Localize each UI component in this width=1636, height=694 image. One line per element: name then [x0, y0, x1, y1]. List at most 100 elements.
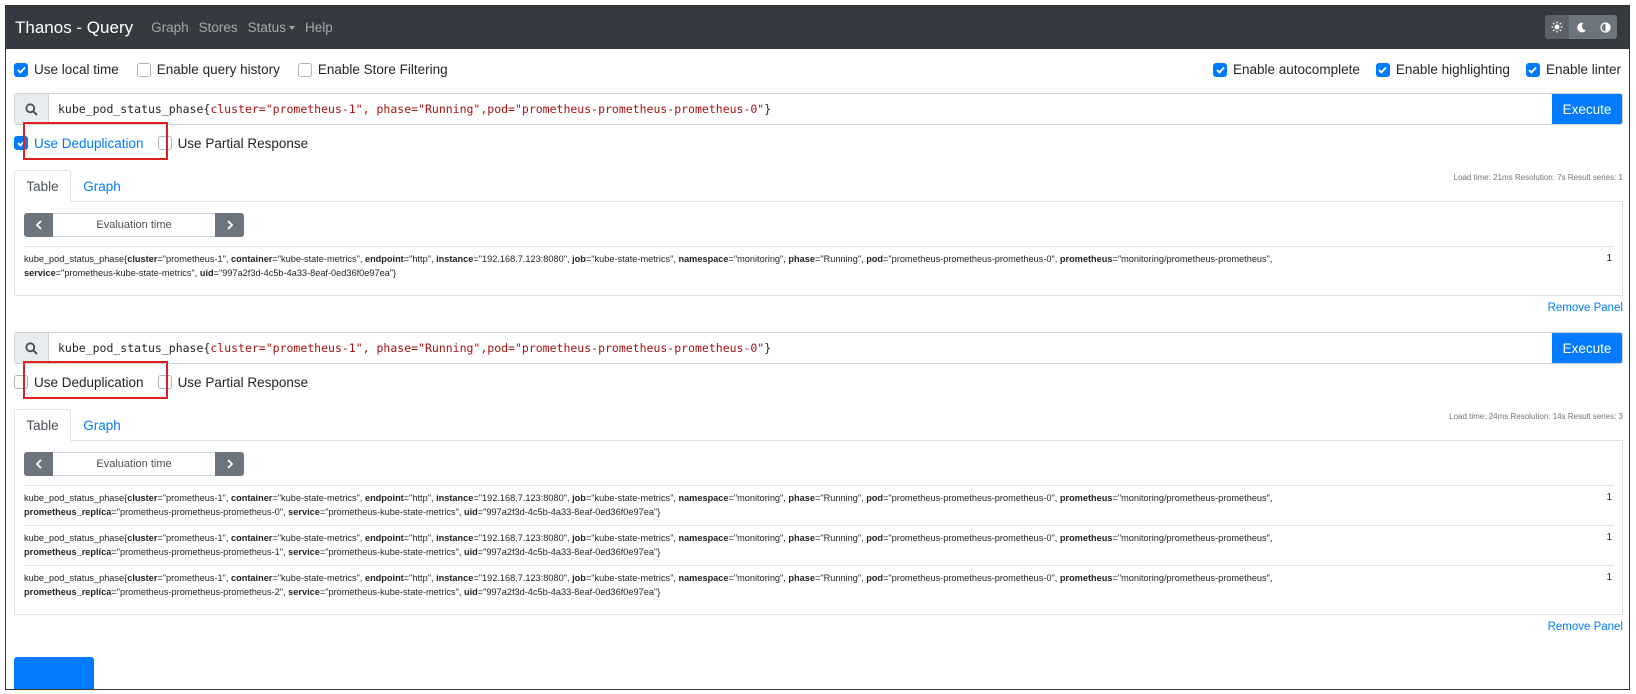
- label-key: prometheus: [1059, 254, 1113, 264]
- next-time-button[interactable]: [215, 452, 244, 476]
- prev-time-button[interactable]: [24, 452, 53, 476]
- panel-options: Use Deduplication Use Partial Response: [14, 122, 309, 160]
- theme-dark-button[interactable]: [1569, 15, 1593, 39]
- label-text: ="kube-state-metrics",: [272, 573, 365, 583]
- query-input[interactable]: kube_pod_status_phase{cluster= "prometheu…: [49, 333, 1552, 363]
- label-key: instance: [436, 493, 474, 503]
- label-key: instance: [436, 254, 474, 264]
- label-key: namespace: [678, 533, 729, 543]
- label-text: ="monitoring/prometheus-prometheus",: [1112, 533, 1273, 543]
- check-icon: [14, 62, 28, 77]
- label-text: ="prometheus-prometheus-prometheus-0",: [111, 507, 289, 517]
- label-key: uid: [464, 587, 478, 597]
- label-key: container: [231, 573, 273, 583]
- label-text: ="prometheus-kube-state-metrics",: [319, 587, 464, 597]
- nav-link-help[interactable]: Help: [305, 20, 333, 35]
- check-icon: [1525, 62, 1540, 77]
- nav-link-status-label: Status: [247, 20, 286, 35]
- label-key: phase: [788, 493, 815, 503]
- use-partial-response-checkbox[interactable]: Use Partial Response: [157, 375, 308, 390]
- label-key: service: [288, 507, 320, 517]
- remove-panel-link[interactable]: Remove Panel: [1548, 302, 1623, 314]
- label-key: job: [572, 493, 586, 503]
- label-key: endpoint: [364, 573, 404, 583]
- tab-graph[interactable]: Graph: [71, 170, 133, 202]
- label-key: service: [288, 547, 320, 557]
- label-text: ="Running",: [814, 533, 867, 543]
- query-close-brace: }: [764, 341, 772, 355]
- label-text: ="monitoring/prometheus-prometheus",: [1112, 573, 1273, 583]
- nav-link-status[interactable]: Status: [248, 20, 295, 35]
- label-text: ="prometheus-kube-state-metrics",: [319, 547, 464, 557]
- label-key: instance: [436, 573, 474, 583]
- query-label-key: cluster=: [210, 102, 266, 116]
- theme-auto-button[interactable]: [1593, 15, 1617, 39]
- label-text: ="monitoring",: [728, 573, 789, 583]
- label-key: uid: [199, 268, 214, 278]
- label-text: ="kube-state-metrics",: [272, 493, 365, 503]
- add-panel-button[interactable]: [14, 657, 94, 689]
- series-value: 1: [1606, 492, 1612, 503]
- series-label-line: kube_pod_status_phase{cluster="prometheu…: [24, 571, 1514, 585]
- series-labels: kube_pod_status_phase{cluster="prometheu…: [24, 491, 1514, 519]
- query-label-value: "prometheus-1": [265, 341, 363, 355]
- label-key: job: [572, 254, 586, 264]
- highlight-box: [23, 122, 168, 160]
- query-label-key: ,pod=: [480, 341, 515, 355]
- use-local-time-label: Use local time: [34, 62, 119, 77]
- label-text: ="kube-state-metrics",: [272, 254, 365, 264]
- label-key: cluster: [127, 533, 158, 543]
- enable-query-history-checkbox[interactable]: Enable query history: [136, 62, 280, 77]
- use-partial-response-checkbox[interactable]: Use Partial Response: [157, 135, 309, 151]
- label-text: ="http",: [403, 254, 437, 264]
- label-text: ="997a2f3d-4c5b-4a33-8eaf-0ed36f0e97ea"}: [477, 507, 661, 517]
- label-text: ="prometheus-1",: [157, 493, 232, 503]
- query-label-key: , phase=: [362, 341, 419, 355]
- enable-highlighting-label: Enable highlighting: [1395, 62, 1510, 77]
- label-key: container: [231, 533, 273, 543]
- use-partial-response-label: Use Partial Response: [177, 135, 309, 151]
- label-text: ="prometheus-kube-state-metrics",: [55, 268, 200, 278]
- enable-autocomplete-checkbox[interactable]: Enable autocomplete: [1213, 62, 1360, 77]
- label-text: ="prometheus-prometheus-prometheus-1",: [111, 547, 289, 557]
- label-text: ="prometheus-prometheus-prometheus-0",: [883, 573, 1060, 583]
- theme-light-button[interactable]: [1545, 15, 1569, 39]
- label-text: ="prometheus-1",: [157, 254, 232, 264]
- enable-highlighting-checkbox[interactable]: Enable highlighting: [1375, 62, 1510, 77]
- execute-button[interactable]: Execute: [1552, 94, 1622, 124]
- nav-link-stores[interactable]: Stores: [199, 20, 238, 35]
- enable-store-filtering-checkbox[interactable]: Enable Store Filtering: [297, 62, 448, 77]
- label-text: ="Running",: [814, 254, 867, 264]
- evaluation-time-input[interactable]: Evaluation time: [53, 452, 215, 476]
- label-text: ="192.168.7.123:8080",: [473, 533, 573, 543]
- label-key: phase: [788, 533, 815, 543]
- series-labels: kube_pod_status_phase{cluster="prometheu…: [24, 531, 1514, 559]
- label-key: pod: [866, 533, 884, 543]
- series-label-line: prometheus_replica="prometheus-prometheu…: [24, 585, 1514, 599]
- remove-panel-link[interactable]: Remove Panel: [1548, 621, 1623, 633]
- label-key: instance: [436, 533, 474, 543]
- label-key: prometheus_replica: [24, 587, 112, 597]
- label-text: ="kube-state-metrics",: [585, 254, 679, 264]
- label-key: job: [572, 573, 586, 583]
- tab-table[interactable]: Table: [14, 409, 71, 441]
- navbar: Thanos - Query Graph Stores Status Help: [6, 6, 1629, 49]
- panel-options: Use Deduplication Use Partial Response: [14, 361, 308, 399]
- query-input[interactable]: kube_pod_status_phase{cluster= "prometheu…: [49, 94, 1552, 124]
- check-icon: [1375, 62, 1390, 77]
- enable-autocomplete-label: Enable autocomplete: [1233, 62, 1360, 77]
- nav-link-graph[interactable]: Graph: [151, 20, 189, 35]
- tab-graph[interactable]: Graph: [71, 409, 133, 441]
- evaluation-time-input[interactable]: Evaluation time: [53, 213, 215, 237]
- query-metric: kube_pod_status_phase{: [58, 102, 211, 116]
- label-text: ="997a2f3d-4c5b-4a33-8eaf-0ed36f0e97ea"}: [477, 587, 661, 597]
- use-local-time-checkbox[interactable]: Use local time: [14, 62, 119, 77]
- label-key: service: [24, 268, 56, 278]
- brand-title[interactable]: Thanos - Query: [15, 18, 133, 38]
- prev-time-button[interactable]: [24, 213, 53, 237]
- execute-button[interactable]: Execute: [1552, 333, 1622, 363]
- next-time-button[interactable]: [215, 213, 244, 237]
- table-row: kube_pod_status_phase{cluster="prometheu…: [24, 525, 1614, 559]
- enable-linter-checkbox[interactable]: Enable linter: [1525, 62, 1621, 77]
- tab-table[interactable]: Table: [14, 170, 71, 202]
